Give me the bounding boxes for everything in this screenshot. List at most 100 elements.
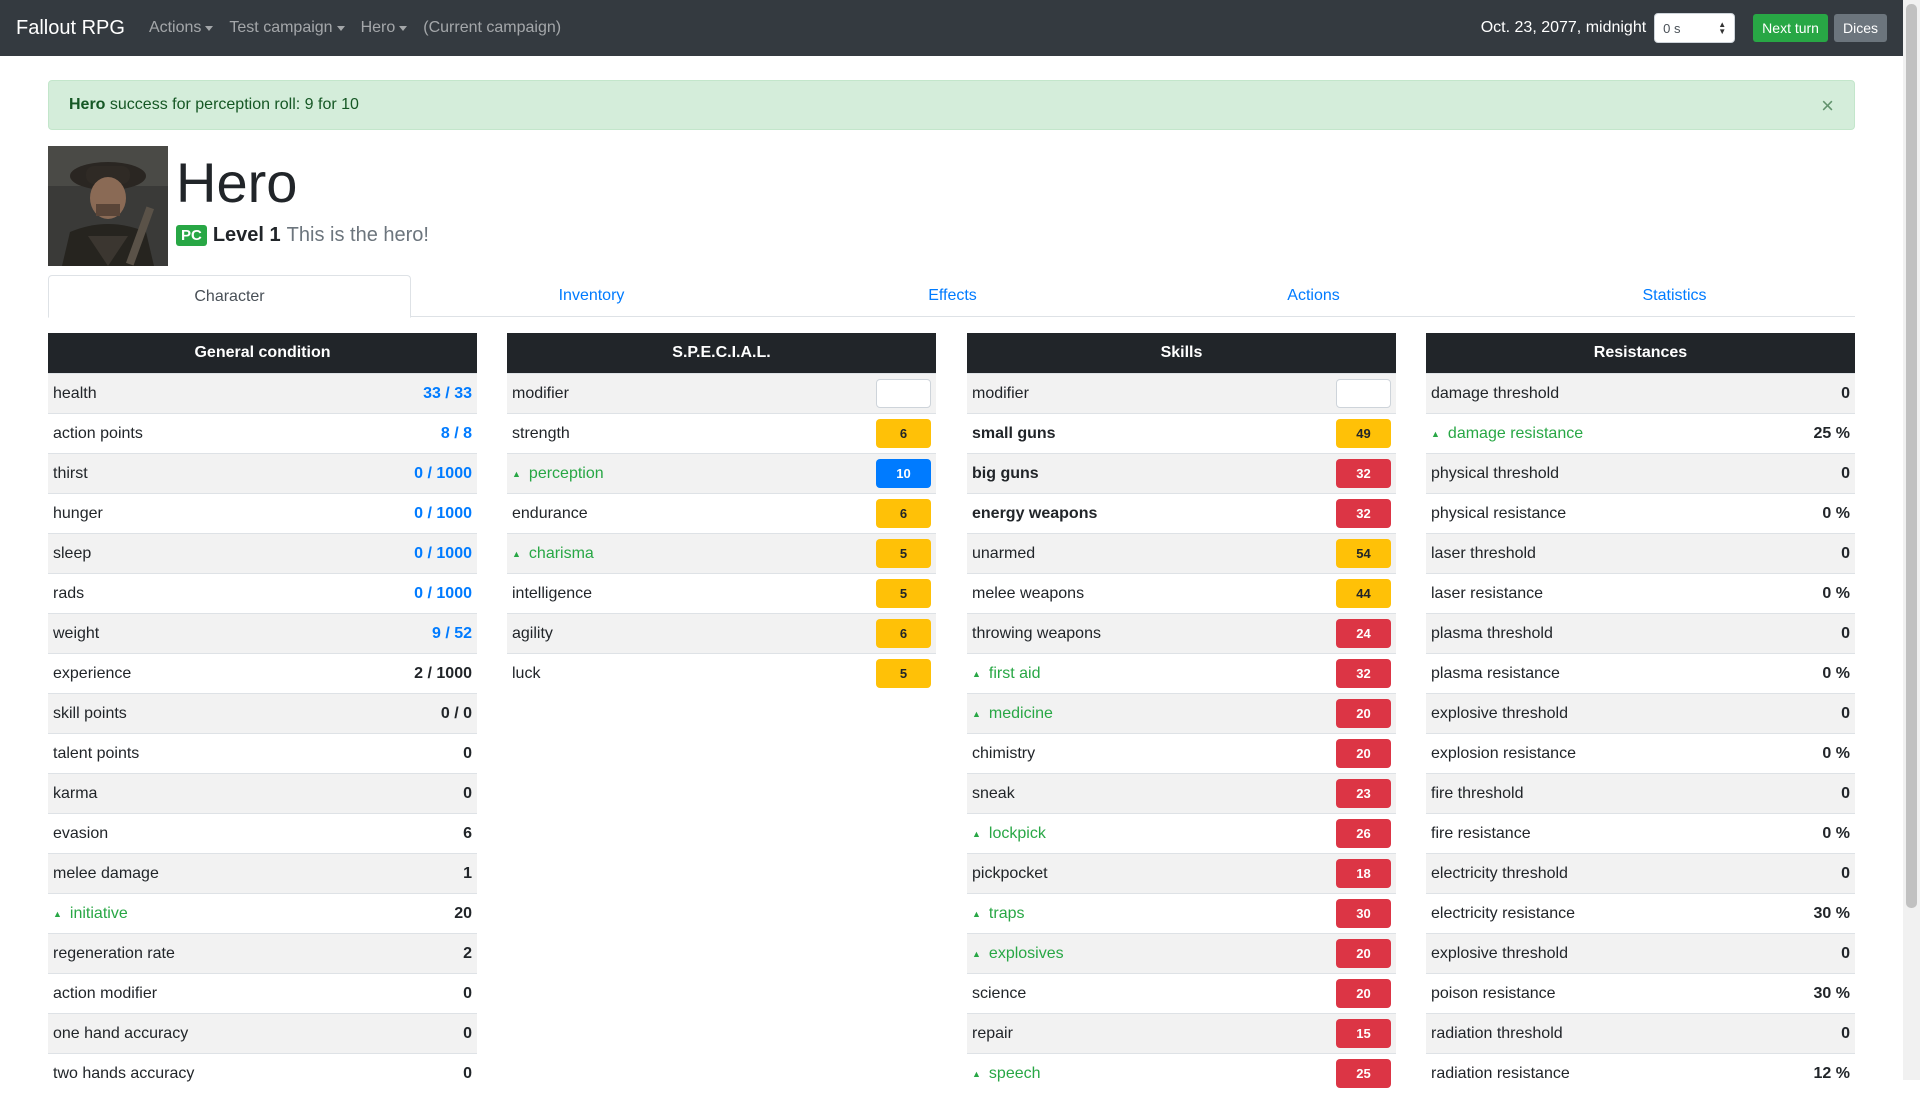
stat-badge[interactable]: 18 — [1336, 859, 1391, 888]
tab-character[interactable]: Character — [48, 275, 411, 318]
stat-value[interactable]: 0 / 1000 — [414, 505, 472, 523]
stat-value[interactable]: 0 / 1000 — [414, 585, 472, 603]
stat-label-text: medicine — [988, 704, 1053, 722]
stat-label: endurance — [512, 504, 588, 522]
stat-badge[interactable]: 49 — [1336, 419, 1391, 448]
table-row: energy weapons 32 — [967, 493, 1396, 533]
stat-label: talent points — [53, 744, 140, 762]
stat-badge[interactable]: 32 — [1336, 499, 1391, 528]
stat-label-text: damage resistance — [1447, 424, 1584, 442]
stat-value[interactable]: 0 / 1000 — [414, 545, 472, 563]
stat-badge[interactable]: 25 — [1336, 1059, 1391, 1088]
stat-badge[interactable]: 20 — [1336, 939, 1391, 968]
stat-label-boosted: ▲ explosives — [972, 945, 1336, 963]
stat-value[interactable]: 9 / 52 — [432, 625, 472, 643]
next-turn-button[interactable]: Next turn — [1753, 14, 1828, 42]
table-row: fire threshold 0 — [1426, 773, 1855, 813]
stat-value: 0 % — [1822, 824, 1850, 842]
stat-value[interactable]: 0 / 1000 — [414, 465, 472, 483]
stat-value: 25 % — [1813, 424, 1850, 442]
stat-badge[interactable]: 54 — [1336, 539, 1391, 568]
table-row: explosion resistance 0 % — [1426, 733, 1855, 773]
stat-badge[interactable]: 20 — [1336, 739, 1391, 768]
stat-badge[interactable]: 32 — [1336, 459, 1391, 488]
tab-statistics[interactable]: Statistics — [1494, 275, 1855, 316]
stat-badge[interactable]: 30 — [1336, 899, 1391, 928]
stat-badge[interactable]: 5 — [876, 539, 931, 568]
stat-label: action modifier — [53, 984, 158, 1002]
stat-label: regeneration rate — [53, 944, 175, 962]
general-condition-table: General condition health 33 / 33 action p… — [48, 333, 477, 1093]
nav-menu-campaign[interactable]: Test campaign — [229, 19, 345, 37]
stat-badge[interactable]: 20 — [1336, 699, 1391, 728]
table-row: electricity threshold 0 — [1426, 853, 1855, 893]
stat-label: karma — [53, 784, 98, 802]
stat-badge[interactable]: 24 — [1336, 619, 1391, 648]
stat-label-boosted: ▲ lockpick — [972, 825, 1336, 843]
stat-value: 1 — [463, 864, 472, 882]
avatar — [48, 146, 168, 266]
modifier-input[interactable] — [876, 379, 931, 408]
table-row: ▲ medicine 20 — [967, 693, 1396, 733]
page-scrollbar[interactable] — [1903, 0, 1920, 1080]
table-row: laser threshold 0 — [1426, 533, 1855, 573]
table-row: poison resistance 30 % — [1426, 973, 1855, 1013]
nav-current-campaign[interactable]: (Current campaign) — [423, 19, 561, 37]
close-icon[interactable]: × — [1821, 93, 1834, 119]
table-row: ▲ speech 25 — [967, 1053, 1396, 1093]
stat-badge[interactable]: 44 — [1336, 579, 1391, 608]
stat-label: small guns — [972, 424, 1056, 442]
tab-actions[interactable]: Actions — [1133, 275, 1494, 316]
table-row: sleep 0 / 1000 — [48, 533, 477, 573]
stat-badge[interactable]: 26 — [1336, 819, 1391, 848]
stat-badge[interactable]: 15 — [1336, 1019, 1391, 1048]
tab-effects[interactable]: Effects — [772, 275, 1133, 316]
stat-label: repair — [972, 1024, 1013, 1042]
tab-inventory[interactable]: Inventory — [411, 275, 772, 316]
stat-label-text: lockpick — [988, 824, 1046, 842]
stat-label: laser resistance — [1431, 584, 1544, 602]
table-row: radiation threshold 0 — [1426, 1013, 1855, 1053]
scrollbar-thumb[interactable] — [1906, 4, 1917, 908]
brand-link[interactable]: Fallout RPG — [16, 17, 125, 40]
table-row: plasma resistance 0 % — [1426, 653, 1855, 693]
stat-badge[interactable]: 5 — [876, 659, 931, 688]
table-row: skill points 0 / 0 — [48, 693, 477, 733]
stat-badge[interactable]: 6 — [876, 419, 931, 448]
modifier-input[interactable] — [1336, 379, 1391, 408]
stat-label: intelligence — [512, 584, 593, 602]
stat-value: 0 — [1841, 864, 1850, 882]
stat-value: 0 — [1841, 704, 1850, 722]
nav-menu-actions[interactable]: Actions — [149, 19, 214, 37]
table-header: S.P.E.C.I.A.L. — [507, 333, 936, 373]
table-row: talent points 0 — [48, 733, 477, 773]
stat-label: rads — [53, 584, 85, 602]
table-header: Skills — [967, 333, 1396, 373]
nav-menu-hero[interactable]: Hero — [361, 19, 408, 37]
stat-value: 0 — [1841, 384, 1850, 402]
stat-badge[interactable]: 10 — [876, 459, 931, 488]
triangle-up-icon: ▲ — [1431, 428, 1440, 439]
resistances-table: Resistances damage threshold 0 ▲ damage re… — [1426, 333, 1855, 1093]
stat-badge[interactable]: 6 — [876, 619, 931, 648]
stat-value[interactable]: 33 / 33 — [423, 385, 472, 403]
roll-alert: Hero success for perception roll: 9 for … — [48, 80, 1855, 130]
table-row: ▲ explosives 20 — [967, 933, 1396, 973]
stat-badge[interactable]: 6 — [876, 499, 931, 528]
table-row: health 33 / 33 — [48, 373, 477, 413]
stat-value[interactable]: 8 / 8 — [441, 425, 472, 443]
stat-value: 0 — [463, 744, 472, 762]
stat-badge[interactable]: 5 — [876, 579, 931, 608]
table-row: ▲ damage resistance 25 % — [1426, 413, 1855, 453]
table-row: ▲ perception 10 — [507, 453, 936, 493]
dices-button[interactable]: Dices — [1833, 14, 1887, 42]
stat-label: thirst — [53, 464, 88, 482]
stat-label: luck — [512, 664, 541, 682]
stat-badge[interactable]: 23 — [1336, 779, 1391, 808]
stat-value: 0 — [1841, 1024, 1850, 1042]
stat-badge[interactable]: 32 — [1336, 659, 1391, 688]
stat-badge[interactable]: 20 — [1336, 979, 1391, 1008]
time-select[interactable]: 0 s ▲ ▼ — [1654, 13, 1736, 43]
stat-value: 0 % — [1822, 584, 1850, 602]
table-row: fire resistance 0 % — [1426, 813, 1855, 853]
